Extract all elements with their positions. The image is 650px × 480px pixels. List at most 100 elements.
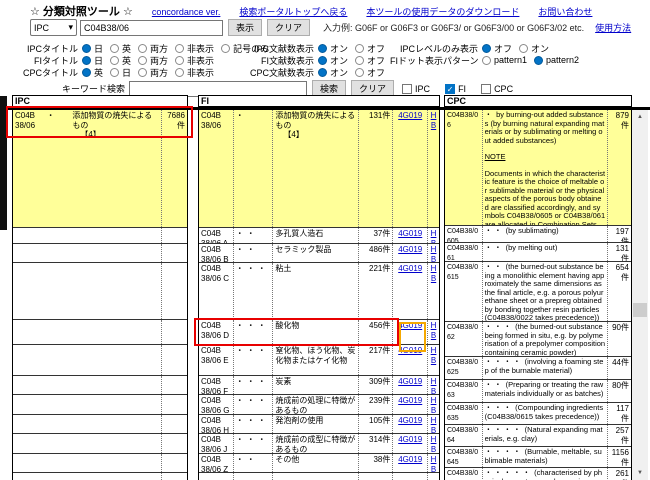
fi-count-cell: 456件 bbox=[357, 320, 393, 344]
radio-icon[interactable] bbox=[482, 55, 491, 65]
radio-icon[interactable] bbox=[138, 43, 148, 53]
fi-handbook-link-cell: HB bbox=[427, 110, 439, 227]
concordance-link[interactable]: concordance ver. bbox=[152, 7, 221, 17]
fi-theme-link-cell: 4G019 bbox=[392, 110, 427, 227]
fi-handbook-link[interactable]: HB bbox=[431, 321, 437, 340]
radio-icon[interactable] bbox=[482, 43, 491, 53]
radio-option-label: pattern2 bbox=[546, 55, 580, 65]
cpc-title-cell: ・・・・ (Burnable, meltable, sublimable mate… bbox=[481, 447, 608, 467]
radio-icon[interactable] bbox=[355, 43, 365, 53]
radio-icon[interactable] bbox=[175, 67, 185, 77]
checkbox-icon[interactable]: ✓ bbox=[445, 83, 456, 94]
cpc-scrollbar[interactable]: ▲ ▼ bbox=[632, 110, 648, 480]
radio-icon[interactable] bbox=[110, 55, 120, 65]
radio-icon[interactable] bbox=[138, 67, 148, 77]
fi-handbook-link[interactable]: HB bbox=[431, 264, 437, 283]
radio-option[interactable]: オン bbox=[519, 42, 549, 55]
fi-row: C04B 38/06 C ・・・ 粘土 221件 4G019 HB bbox=[199, 263, 439, 320]
radio-option-label: オフ bbox=[367, 67, 386, 78]
radio-icon[interactable] bbox=[82, 43, 91, 53]
usage-link[interactable]: 使用方法 bbox=[595, 21, 631, 34]
cpc-title-cell: ・・ (the burned-out substance being a mono… bbox=[481, 262, 608, 321]
fi-code-cell: C04B 38/06 G bbox=[201, 396, 230, 414]
fi-theme-link[interactable]: 4G019 bbox=[398, 229, 422, 238]
data-download-link[interactable]: 本ツールの使用データのダウンロード bbox=[366, 5, 519, 18]
fi-handbook-link[interactable]: HB bbox=[431, 346, 437, 365]
radio-option[interactable]: 日 bbox=[110, 66, 131, 79]
fi-handbook-link[interactable]: HB bbox=[431, 111, 437, 130]
radio-icon[interactable] bbox=[82, 67, 91, 77]
fi-handbook-link[interactable]: HB bbox=[431, 416, 437, 433]
fi-theme-link[interactable]: 4G019 bbox=[398, 396, 422, 405]
radio-option[interactable]: 両方 bbox=[138, 66, 168, 79]
fi-code-cell: C04B 38/06 B bbox=[201, 245, 229, 262]
radio-icon[interactable] bbox=[221, 43, 231, 53]
fi-theme-link[interactable]: 4G019 bbox=[398, 346, 422, 355]
checkbox-option[interactable]: CPC bbox=[473, 83, 513, 94]
fi-theme-link[interactable]: 4G019 bbox=[398, 416, 422, 425]
fi-handbook-link[interactable]: HB bbox=[431, 229, 437, 243]
fi-title-cell: 焼成前の成型に特徴があるもの bbox=[272, 434, 357, 453]
radio-icon[interactable] bbox=[110, 43, 120, 53]
radio-icon[interactable] bbox=[318, 43, 327, 53]
fi-handbook-link-cell: HB bbox=[427, 263, 439, 319]
radio-icon[interactable] bbox=[318, 55, 327, 65]
scroll-down-icon[interactable]: ▼ bbox=[632, 466, 648, 480]
fi-handbook-link[interactable]: HB bbox=[431, 377, 437, 394]
fi-handbook-link[interactable]: HB bbox=[431, 435, 437, 453]
radio-icon[interactable] bbox=[318, 67, 327, 77]
chevron-down-icon: ▾ bbox=[68, 22, 73, 32]
radio-option[interactable]: 非表示 bbox=[175, 66, 214, 79]
scroll-up-icon[interactable]: ▲ bbox=[632, 110, 648, 124]
radio-icon[interactable] bbox=[519, 43, 529, 53]
cpc-title-cell: ・・・ (the burned-out substance being forme… bbox=[481, 322, 608, 356]
radio-option[interactable]: オン bbox=[318, 66, 348, 79]
option-row: CPCタイトル 英 日 両方 非表示 bbox=[23, 66, 276, 78]
ipc-dots-cell bbox=[45, 345, 71, 375]
fi-row: C04B 38/06 G ・・・ 焼成前の処理に特徴があるもの 239件 4G019 HB bbox=[199, 395, 439, 415]
ipc-count-cell bbox=[161, 376, 187, 394]
ipc-title-cell bbox=[70, 434, 161, 453]
radio-icon[interactable] bbox=[355, 67, 365, 77]
title-line: 炭素 bbox=[275, 377, 292, 386]
fi-theme-link[interactable]: 4G019 bbox=[398, 435, 422, 444]
radio-option[interactable]: pattern2 bbox=[534, 55, 579, 65]
radio-icon[interactable] bbox=[175, 43, 185, 53]
fi-dots-cell: ・・・ bbox=[232, 434, 273, 453]
radio-icon[interactable] bbox=[355, 55, 365, 65]
show-button[interactable]: 表示 bbox=[228, 19, 263, 36]
radio-option[interactable]: pattern1 bbox=[482, 55, 527, 65]
radio-option[interactable]: オフ bbox=[482, 42, 512, 55]
fi-title-cell: 添加物質の焼失によるもの 【4】 bbox=[272, 110, 357, 227]
radio-icon[interactable] bbox=[82, 55, 91, 65]
radio-icon[interactable] bbox=[138, 55, 148, 65]
clear-button[interactable]: クリア bbox=[267, 19, 311, 36]
fi-theme-link[interactable]: 4G019 bbox=[398, 455, 422, 464]
fi-handbook-link-cell: HB bbox=[427, 244, 439, 262]
fi-theme-link[interactable]: 4G019 bbox=[398, 321, 422, 330]
fi-code-cell: C04B 38/06 E bbox=[201, 346, 229, 365]
contact-link[interactable]: お問い合わせ bbox=[538, 5, 592, 18]
checkbox-option[interactable]: ✓ FI bbox=[437, 83, 466, 94]
radio-icon[interactable] bbox=[110, 67, 120, 77]
portal-top-link[interactable]: 検索ポータルトップへ戻る bbox=[239, 5, 347, 18]
radio-option[interactable]: 英 bbox=[82, 66, 103, 79]
fi-theme-link[interactable]: 4G019 bbox=[398, 111, 422, 120]
fi-theme-link[interactable]: 4G019 bbox=[398, 264, 422, 273]
fi-handbook-link[interactable]: HB bbox=[431, 245, 437, 262]
fi-handbook-link[interactable]: HB bbox=[431, 396, 437, 414]
title-line: その他 bbox=[275, 455, 300, 464]
fi-theme-link[interactable]: 4G019 bbox=[398, 245, 422, 254]
classification-code-input[interactable] bbox=[80, 19, 223, 36]
radio-icon[interactable] bbox=[534, 55, 544, 65]
checkbox-icon[interactable] bbox=[402, 83, 413, 94]
fi-handbook-link[interactable]: HB bbox=[431, 455, 437, 472]
radio-option[interactable]: オフ bbox=[355, 66, 385, 79]
fi-theme-link[interactable]: 4G019 bbox=[398, 377, 422, 386]
radio-icon[interactable] bbox=[175, 55, 185, 65]
checkbox-icon[interactable] bbox=[481, 83, 492, 94]
checkbox-option[interactable]: IPC bbox=[394, 83, 430, 94]
classification-select[interactable]: IPC ▾ bbox=[30, 19, 77, 36]
scrollbar-thumb[interactable] bbox=[633, 303, 647, 317]
cpc-count-cell: 197件 bbox=[607, 226, 631, 242]
